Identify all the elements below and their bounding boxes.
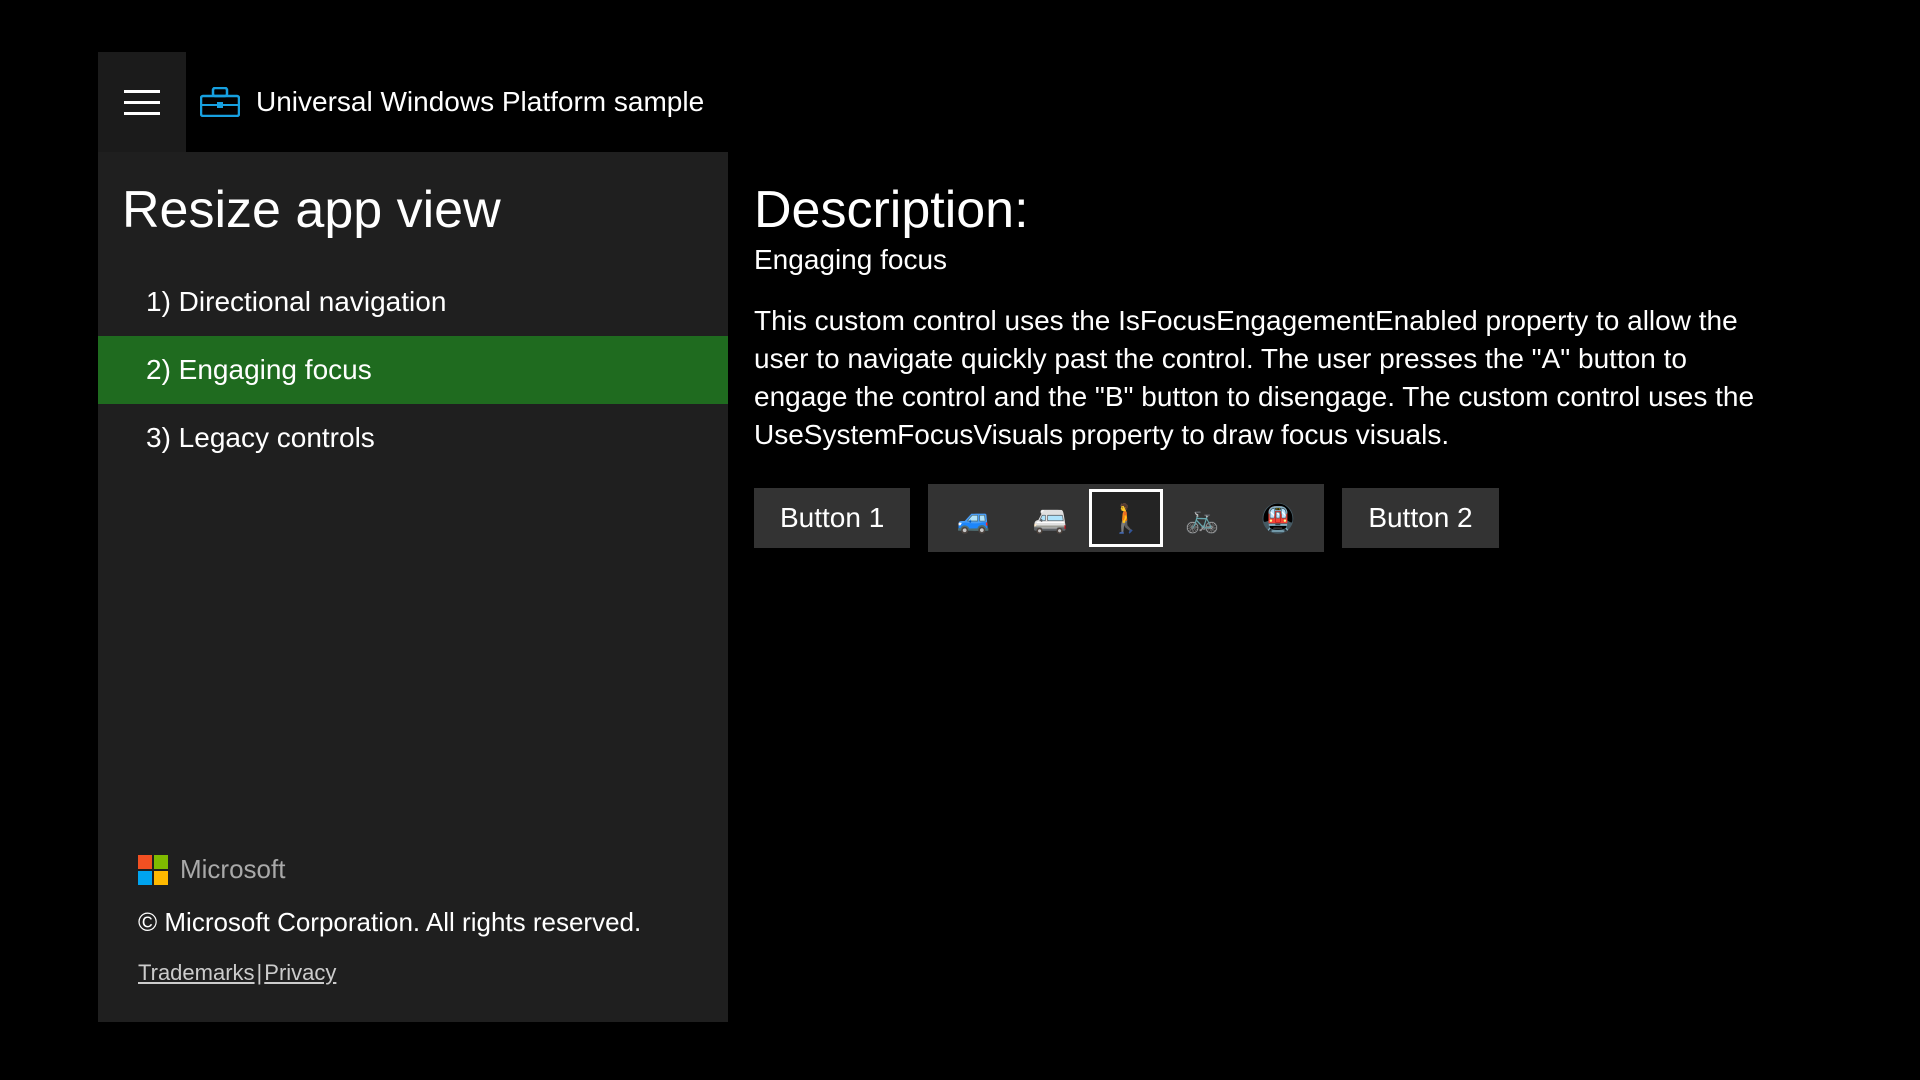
- button-1[interactable]: Button 1: [754, 488, 910, 548]
- car-icon[interactable]: 🚙: [938, 490, 1010, 546]
- app-title: Universal Windows Platform sample: [256, 86, 704, 118]
- microsoft-logo-row: Microsoft: [138, 854, 700, 885]
- app-window: Universal Windows Platform sample Resize…: [98, 52, 1822, 1022]
- trademarks-link[interactable]: Trademarks: [138, 960, 255, 985]
- description-subtitle: Engaging focus: [754, 244, 1782, 276]
- description-heading: Description:: [754, 180, 1782, 240]
- body: Resize app view 1) Directional navigatio…: [98, 152, 1822, 1022]
- header: Universal Windows Platform sample: [98, 52, 1822, 152]
- microsoft-brand-label: Microsoft: [180, 854, 285, 885]
- legal-links: Trademarks|Privacy: [138, 960, 700, 986]
- metro-icon[interactable]: 🚇: [1242, 490, 1314, 546]
- sidebar-footer: Microsoft © Microsoft Corporation. All r…: [98, 854, 728, 1022]
- toolbox-icon: [200, 87, 240, 117]
- app-title-wrap: Universal Windows Platform sample: [186, 86, 704, 118]
- privacy-link[interactable]: Privacy: [264, 960, 336, 985]
- controls-row: Button 1 🚙 🚐 🚶 🚲 🚇 Button 2: [754, 484, 1782, 552]
- microsoft-logo-icon: [138, 855, 168, 885]
- content-pane: Description: Engaging focus This custom …: [728, 152, 1822, 1022]
- hamburger-menu-button[interactable]: [98, 52, 186, 152]
- nav-item-legacy-controls[interactable]: 3) Legacy controls: [98, 404, 728, 472]
- nav-list: 1) Directional navigation 2) Engaging fo…: [98, 268, 728, 472]
- legal-separator: |: [255, 960, 265, 985]
- transport-icon-strip[interactable]: 🚙 🚐 🚶 🚲 🚇: [928, 484, 1324, 552]
- copyright-text: © Microsoft Corporation. All rights rese…: [138, 907, 700, 938]
- bicycle-icon[interactable]: 🚲: [1166, 490, 1238, 546]
- sidebar: Resize app view 1) Directional navigatio…: [98, 152, 728, 1022]
- button-2[interactable]: Button 2: [1342, 488, 1498, 548]
- description-body: This custom control uses the IsFocusEnga…: [754, 302, 1774, 454]
- pedestrian-icon[interactable]: 🚶: [1090, 490, 1162, 546]
- nav-item-engaging-focus[interactable]: 2) Engaging focus: [98, 336, 728, 404]
- nav-item-directional-navigation[interactable]: 1) Directional navigation: [98, 268, 728, 336]
- sidebar-title: Resize app view: [98, 180, 728, 258]
- van-icon[interactable]: 🚐: [1014, 490, 1086, 546]
